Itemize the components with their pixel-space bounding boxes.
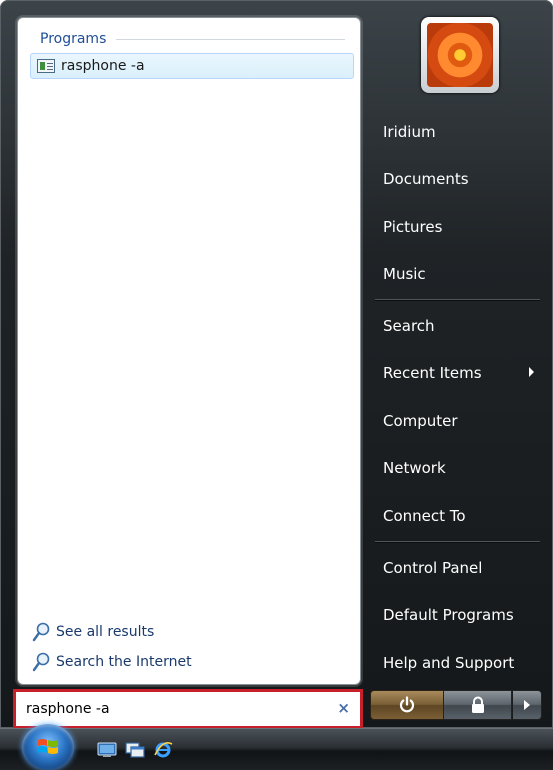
search-internet-label: Search the Internet (56, 654, 192, 670)
search-internet-link[interactable]: Search the Internet (32, 651, 192, 673)
menu-item-recent-items[interactable]: Recent Items (375, 353, 540, 393)
power-controls (370, 690, 542, 720)
clear-search-icon[interactable]: × (337, 699, 350, 717)
menu-item-label: Connect To (383, 507, 466, 525)
menu-item-network[interactable]: Network (375, 448, 540, 488)
start-menu: Programs rasphone -a See all results Sea… (0, 0, 553, 729)
menu-item-label: Iridium (383, 123, 436, 141)
header-divider (116, 38, 345, 40)
lock-button[interactable] (444, 690, 512, 720)
windows-orb-icon (38, 739, 58, 754)
menu-item-connect-to[interactable]: Connect To (375, 496, 540, 536)
menu-divider (375, 541, 540, 542)
menu-item-label: Help and Support (383, 654, 515, 672)
flower-user-picture (427, 23, 493, 87)
show-desktop-icon[interactable] (97, 741, 117, 759)
shutdown-options-button[interactable] (512, 690, 542, 720)
lock-icon (471, 696, 484, 713)
menu-item-label: Default Programs (383, 606, 514, 624)
menu-item-label: Documents (383, 170, 469, 188)
menu-item-computer[interactable]: Computer (375, 401, 540, 441)
menu-item-label: Pictures (383, 218, 443, 236)
internet-explorer-icon[interactable] (153, 741, 173, 759)
menu-item-search[interactable]: Search (375, 306, 540, 346)
submenu-arrow-icon (529, 367, 534, 377)
user-picture[interactable] (421, 17, 499, 93)
magnifier-icon (32, 622, 50, 642)
power-button[interactable] (370, 690, 444, 720)
power-icon (399, 696, 415, 713)
search-result-rasphone[interactable]: rasphone -a (30, 53, 354, 79)
menu-item-user-folder[interactable]: Iridium (375, 112, 540, 152)
menu-item-control-panel[interactable]: Control Panel (375, 548, 540, 588)
see-all-results-link[interactable]: See all results (32, 621, 154, 643)
start-search-box: × (13, 689, 363, 729)
start-button[interactable] (22, 724, 74, 770)
menu-item-label: Search (383, 317, 435, 335)
arrow-right-icon (524, 700, 530, 710)
taskbar (0, 728, 553, 770)
menu-item-documents[interactable]: Documents (375, 159, 540, 199)
programs-pane: Programs rasphone -a See all results Sea… (17, 17, 361, 685)
menu-item-label: Recent Items (383, 364, 482, 382)
magnifier-icon (32, 652, 50, 672)
see-all-results-label: See all results (56, 624, 155, 640)
programs-header-label: Programs (40, 31, 107, 47)
menu-divider (375, 299, 540, 300)
program-window-icon (37, 59, 55, 73)
switch-windows-icon[interactable] (125, 741, 145, 759)
menu-item-music[interactable]: Music (375, 254, 540, 294)
search-result-label: rasphone -a (61, 58, 145, 74)
menu-item-label: Computer (383, 412, 458, 430)
menu-item-label: Network (383, 459, 446, 477)
menu-item-default-programs[interactable]: Default Programs (375, 595, 540, 635)
menu-item-pictures[interactable]: Pictures (375, 207, 540, 247)
menu-item-label: Control Panel (383, 559, 483, 577)
menu-item-label: Music (383, 265, 426, 283)
programs-header: Programs (40, 30, 345, 48)
start-search-input[interactable] (26, 700, 326, 718)
menu-item-help-and-support[interactable]: Help and Support (375, 643, 540, 683)
